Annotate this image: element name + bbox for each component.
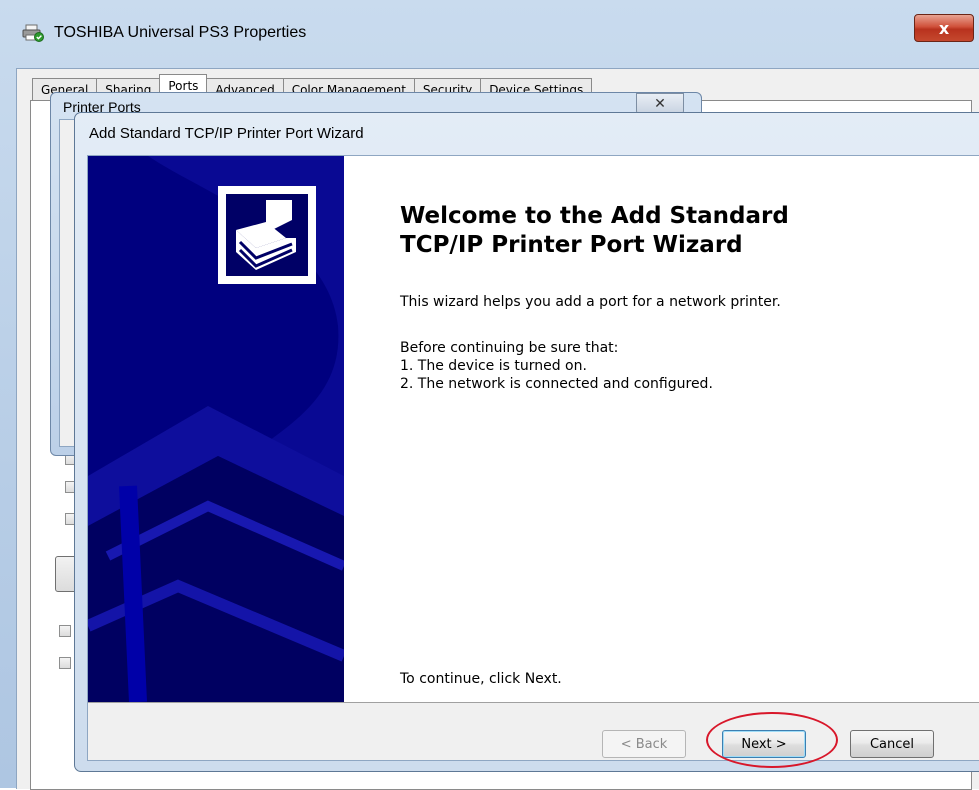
cancel-button[interactable]: Cancel — [850, 730, 934, 758]
close-icon: ✕ — [654, 96, 666, 112]
printer-icon — [22, 24, 44, 42]
properties-window-title: TOSHIBA Universal PS3 Properties — [54, 24, 307, 41]
properties-titlebar: TOSHIBA Universal PS3 Properties x — [0, 0, 979, 68]
background-checkbox[interactable] — [59, 625, 71, 637]
properties-close-button[interactable]: x — [914, 14, 974, 42]
wizard-banner — [88, 156, 344, 702]
tcpip-port-wizard-window: Add Standard TCP/IP Printer Port Wizard — [74, 112, 979, 772]
close-icon: x — [938, 18, 950, 38]
printer-wizard-icon — [218, 186, 316, 284]
welcome-heading: Welcome to the Add Standard TCP/IP Print… — [400, 203, 789, 258]
background-checkbox[interactable] — [59, 657, 71, 669]
checklist-intro-text: Before continuing be sure that: — [400, 340, 619, 356]
back-button[interactable]: < Back — [602, 730, 686, 758]
wizard-intro-text: This wizard helps you add a port for a n… — [400, 294, 781, 310]
wizard-title: Add Standard TCP/IP Printer Port Wizard — [89, 125, 364, 142]
checklist-item: 2. The network is connected and configur… — [400, 376, 713, 392]
checklist-item: 1. The device is turned on. — [400, 358, 587, 374]
wizard-client-area: Welcome to the Add Standard TCP/IP Print… — [87, 155, 979, 761]
continue-instruction: To continue, click Next. — [400, 671, 562, 687]
next-button[interactable]: Next > — [722, 730, 806, 758]
wizard-content: Welcome to the Add Standard TCP/IP Print… — [344, 156, 979, 702]
wizard-divider — [88, 702, 979, 703]
